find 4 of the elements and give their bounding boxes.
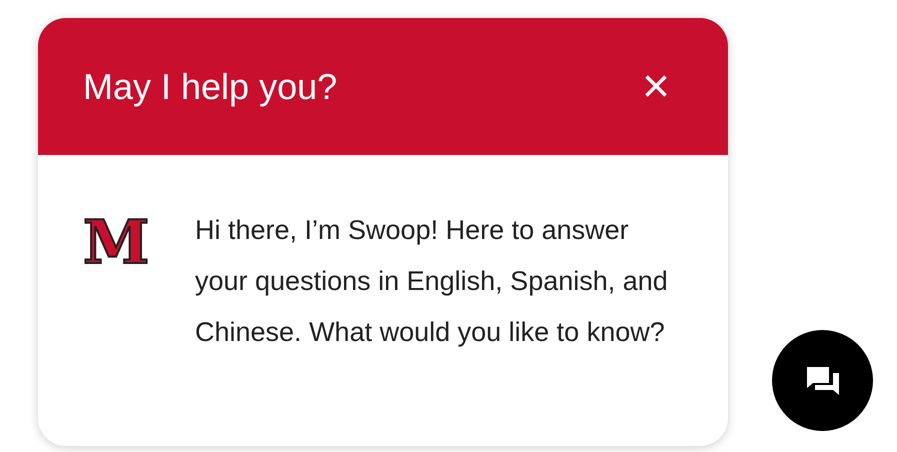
welcome-message: Hi there, I’m Swoop! Here to answer your questions in English, Spanish, and Chinese. What would you like to know? xyxy=(195,214,669,349)
logo-icon: M xyxy=(83,213,153,358)
close-button[interactable]: × xyxy=(642,62,670,110)
popup-title: May I help you? xyxy=(83,64,338,108)
